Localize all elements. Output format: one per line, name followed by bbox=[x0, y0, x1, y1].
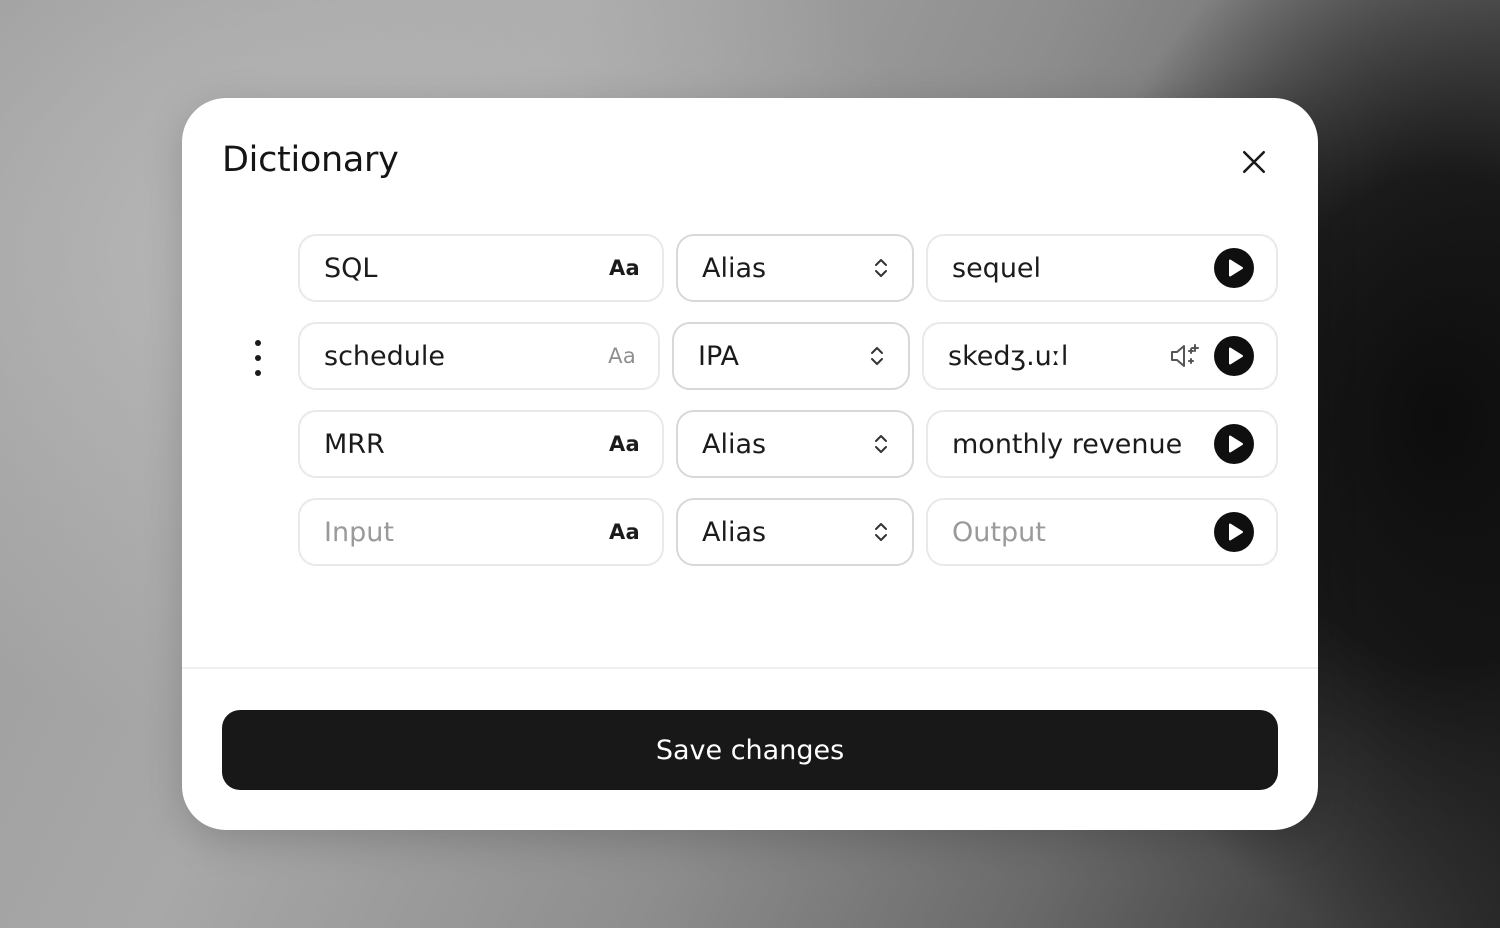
close-icon bbox=[1242, 150, 1266, 174]
input-field-schedule[interactable]: schedule Aa bbox=[298, 322, 660, 390]
play-button[interactable] bbox=[1214, 512, 1254, 552]
type-select-value: Alias bbox=[702, 252, 767, 284]
output-value: monthly revenue bbox=[952, 428, 1183, 460]
output-field-sequel[interactable]: sequel bbox=[926, 234, 1278, 302]
chevron-up-down-icon bbox=[868, 343, 886, 369]
new-input-field[interactable]: Input Aa bbox=[298, 498, 664, 566]
type-select-value: IPA bbox=[698, 340, 739, 372]
play-icon bbox=[1228, 523, 1243, 541]
output-field-schedule[interactable]: skedʒ.uːl bbox=[922, 322, 1278, 390]
play-button[interactable] bbox=[1214, 424, 1254, 464]
save-changes-button[interactable]: Save changes bbox=[222, 710, 1278, 790]
type-select[interactable]: Alias bbox=[676, 498, 914, 566]
output-value: sequel bbox=[952, 252, 1042, 284]
play-icon bbox=[1228, 259, 1243, 277]
case-sensitive-icon[interactable]: Aa bbox=[609, 520, 640, 544]
type-select[interactable]: Alias bbox=[676, 234, 914, 302]
dialog-title: Dictionary bbox=[222, 140, 399, 180]
chevron-up-down-icon bbox=[872, 519, 890, 545]
input-value: schedule bbox=[324, 340, 445, 372]
play-icon bbox=[1228, 347, 1243, 365]
chevron-up-down-icon bbox=[872, 255, 890, 281]
new-output-field[interactable]: Output bbox=[926, 498, 1278, 566]
type-select-value: Alias bbox=[702, 428, 767, 460]
speaker-sparkle-icon[interactable] bbox=[1168, 341, 1204, 371]
type-select[interactable]: IPA bbox=[672, 322, 910, 390]
play-button[interactable] bbox=[1214, 248, 1254, 288]
chevron-up-down-icon bbox=[872, 431, 890, 457]
input-placeholder: Input bbox=[324, 516, 394, 548]
type-select[interactable]: Alias bbox=[676, 410, 914, 478]
play-icon bbox=[1228, 435, 1243, 453]
input-value: SQL bbox=[324, 252, 378, 284]
input-field-mrr[interactable]: MRR Aa bbox=[298, 410, 664, 478]
case-sensitive-icon[interactable]: Aa bbox=[608, 344, 636, 368]
type-select-value: Alias bbox=[702, 516, 767, 548]
input-field-sql[interactable]: SQL Aa bbox=[298, 234, 664, 302]
dictionary-dialog: Dictionary SQL Aa Alias sequel schedule … bbox=[182, 98, 1318, 830]
output-field-monthly-revenue[interactable]: monthly revenue bbox=[926, 410, 1278, 478]
output-value: skedʒ.uːl bbox=[948, 340, 1069, 372]
input-value: MRR bbox=[324, 428, 385, 460]
output-placeholder: Output bbox=[952, 516, 1046, 548]
footer-divider bbox=[182, 667, 1318, 669]
case-sensitive-icon[interactable]: Aa bbox=[609, 256, 640, 280]
close-button[interactable] bbox=[1234, 142, 1274, 182]
case-sensitive-icon[interactable]: Aa bbox=[609, 432, 640, 456]
play-button[interactable] bbox=[1214, 336, 1254, 376]
more-vertical-icon[interactable] bbox=[246, 340, 270, 376]
